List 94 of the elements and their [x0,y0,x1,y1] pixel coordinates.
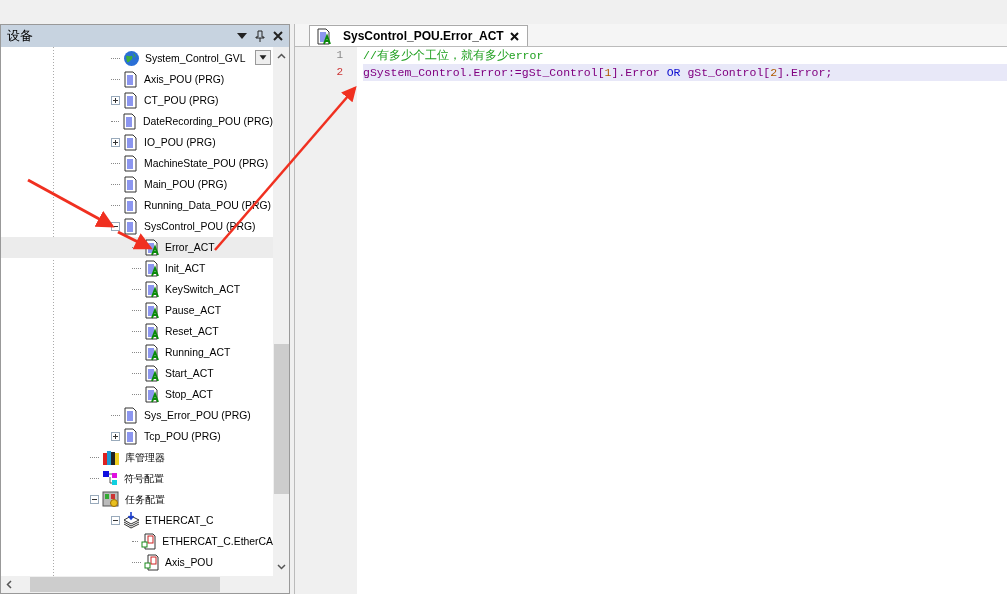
action-document-icon [144,365,160,382]
collapse-icon[interactable] [111,516,120,525]
item-label: System_Control_GVL [145,53,246,64]
task-call-icon [141,533,158,550]
expand-icon[interactable] [111,138,120,147]
item-label: 任务配置 [125,492,165,507]
vertical-scrollbar[interactable] [273,47,289,576]
tree-item[interactable]: CT_POU (PRG) [1,90,273,111]
close-icon[interactable] [509,31,519,41]
item-label: 符号配置 [124,471,164,486]
stack-icon [123,512,140,529]
pin-icon[interactable] [255,30,265,42]
document-icon [123,197,139,214]
expand-icon[interactable] [111,432,120,441]
expand-icon[interactable] [111,96,120,105]
tree-item[interactable]: KeySwitch_ACT [1,279,273,300]
item-label: MachineState_POU (PRG) [144,158,269,169]
tree-item[interactable]: Error_ACT [1,237,273,258]
document-icon [123,134,139,151]
tree-item[interactable]: Stop_ACT [1,384,273,405]
tree-item[interactable]: Reset_ACT [1,321,273,342]
task-gear-icon [102,491,120,508]
document-icon [123,218,139,235]
panel-title: 设备 [7,27,34,45]
scroll-down-icon[interactable] [276,564,286,570]
item-label: 库管理器 [125,450,165,465]
item-label: Main_POU (PRG) [144,179,228,190]
annotation-arrow [117,230,153,250]
item-label: Error_ACT [165,242,215,253]
item-label: IO_POU (PRG) [144,137,216,148]
item-label: Sys_Error_POU (PRG) [144,410,251,421]
line-number: 1 [335,48,344,63]
item-label: DateRecording_POU (PRG) [143,116,273,127]
action-document-icon [144,281,160,298]
dropdown-icon[interactable] [255,50,271,65]
document-icon [122,113,139,130]
close-icon[interactable] [273,31,283,41]
tree-item[interactable]: Axis_POU [1,552,273,573]
collapse-icon[interactable] [90,495,99,504]
document-icon [123,92,139,109]
tree-item[interactable]: Axis_POU (PRG) [1,69,273,90]
item-label: ETHERCAT_C.EtherCA [162,536,273,547]
item-label: ETHERCAT_C [145,515,214,526]
document-icon [123,176,139,193]
action-document-icon [144,239,160,256]
item-label: KeySwitch_ACT [165,284,241,295]
dropdown-icon[interactable] [237,32,247,40]
symbol-icon [102,470,119,487]
item-label: Axis_POU [165,557,213,568]
tree-item[interactable]: Start_ACT [1,363,273,384]
action-document-icon [144,260,160,277]
action-document-icon [144,344,160,361]
horizontal-scrollbar[interactable] [1,576,289,593]
task-call-icon [144,554,160,571]
action-document-icon [144,302,160,319]
books-icon [102,449,120,466]
item-label: Axis_POU (PRG) [144,74,225,85]
scroll-up-icon[interactable] [276,53,286,59]
document-icon [123,71,139,88]
action-document-icon [144,386,160,403]
tree-item[interactable]: Tcp_POU (PRG) [1,426,273,447]
action-document-icon [144,323,160,340]
code-line: //有多少个工位，就有多少error [363,48,545,64]
item-label: Start_ACT [165,368,214,379]
tree-item[interactable]: 符号配置 [1,468,273,489]
scroll-left-icon[interactable] [6,580,12,589]
tree-item[interactable]: 任务配置 [1,489,273,510]
document-icon [123,407,139,424]
collapse-icon[interactable] [111,222,120,231]
tree-item[interactable]: ETHERCAT_C.EtherCA [1,531,273,552]
tree-item[interactable]: ETHERCAT_C [1,510,273,531]
tree-item[interactable]: Sys_Error_POU (PRG) [1,405,273,426]
item-label: Pause_ACT [165,305,222,316]
item-label: Init_ACT [165,263,206,274]
document-icon [123,155,139,172]
item-label: Reset_ACT [165,326,219,337]
tree-item[interactable]: Init_ACT [1,258,273,279]
tree-item[interactable]: Main_POU (PRG) [1,174,273,195]
tree-item[interactable]: MachineState_POU (PRG) [1,153,273,174]
tree-item[interactable]: 库管理器 [1,447,273,468]
tab-label: SysControl_POU.Error_ACT [343,29,504,43]
globe-icon [123,50,140,67]
tree-item[interactable]: DateRecording_POU (PRG) [1,111,273,132]
line-number: 2 [335,65,344,80]
item-label: Running_ACT [165,347,231,358]
item-label: Tcp_POU (PRG) [144,431,221,442]
tree-item[interactable]: Pause_ACT [1,300,273,321]
item-label: CT_POU (PRG) [144,95,219,106]
tree-item[interactable]: System_Control_GVL [1,48,273,69]
item-label: Stop_ACT [165,389,213,400]
editor-tab[interactable]: SysControl_POU.Error_ACT [309,25,528,46]
tree-item[interactable]: Running_ACT [1,342,273,363]
tree-item[interactable]: IO_POU (PRG) [1,132,273,153]
document-icon [123,428,139,445]
